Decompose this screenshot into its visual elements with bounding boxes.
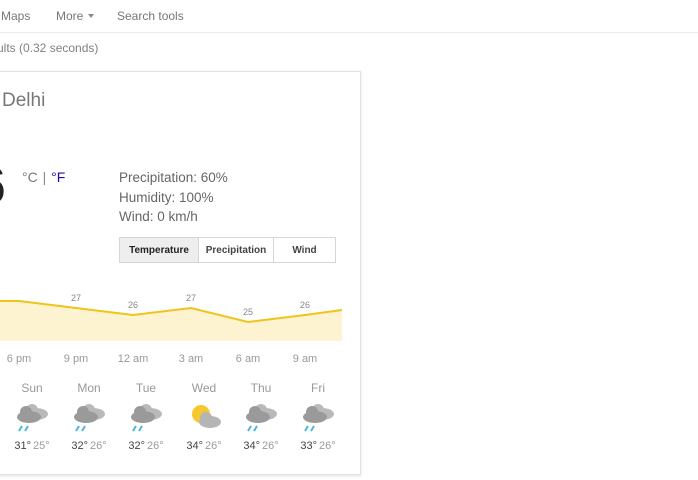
forecast-high: 33° [300, 440, 317, 452]
chart-temp-label: 27 [71, 294, 81, 303]
forecast-hi-lo: 33° 26° [293, 440, 343, 452]
forecast-hi-lo: 34° 26° [236, 440, 286, 452]
chart-temp-label: 26 [300, 300, 310, 310]
hour-label: 3 am [178, 353, 204, 365]
hour-label: 12 am [117, 353, 149, 365]
chevron-down-icon [88, 13, 95, 18]
hour-label: 9 pm [63, 353, 89, 365]
tab-precipitation[interactable]: Precipitation [199, 238, 274, 262]
temperature-chart: 28 27 26 27 25 26 [0, 294, 343, 341]
hour-label: 6 pm [6, 353, 32, 365]
wind-text: Wind: 0 km/h [119, 209, 198, 224]
result-stats: ults (0.32 seconds) [0, 41, 99, 55]
humidity-text: Humidity: 100% [119, 189, 214, 205]
forecast-day-sun[interactable]: Sun [12, 381, 52, 395]
rain-cloud-icon [126, 400, 166, 432]
forecast-day-fri[interactable]: Fri [298, 381, 338, 395]
hour-label: 6 am [235, 353, 261, 365]
forecast-high: 34° [186, 440, 203, 452]
chart-temp-label: 28 [14, 294, 24, 296]
rain-cloud-icon [69, 400, 109, 432]
chart-temp-label: 26 [128, 300, 138, 310]
chart-temp-label: 27 [186, 294, 196, 303]
unit-separator: | [42, 169, 47, 185]
temperature-area [0, 301, 342, 341]
forecast-day-tue[interactable]: Tue [126, 381, 166, 395]
unit-toggle: °C | °F [22, 169, 65, 185]
chart-temp-label: 25 [243, 307, 253, 317]
nav-maps[interactable]: Maps [1, 9, 30, 23]
rain-cloud-icon [12, 400, 52, 432]
forecast-low: 26° [147, 440, 164, 452]
forecast-low: 26° [205, 440, 222, 452]
nav-more[interactable]: More [56, 9, 95, 23]
weather-details: Precipitation: 60% Humidity: 100% Wind: … [119, 168, 228, 227]
forecast-day-thu[interactable]: Thu [241, 381, 281, 395]
forecast-high: 34° [243, 440, 260, 452]
forecast-day-mon[interactable]: Mon [69, 381, 109, 395]
forecast-low: 26° [262, 440, 279, 452]
unit-fahrenheit[interactable]: °F [51, 169, 65, 185]
weather-location[interactable]: Delhi [2, 90, 45, 112]
forecast-day-wed[interactable]: Wed [184, 381, 224, 395]
top-navigation: Maps More Search tools [0, 0, 698, 33]
weather-card: Delhi 6 °C | °F Precipitation: 60% Humid… [0, 71, 361, 475]
rain-cloud-icon [241, 400, 281, 432]
tab-wind[interactable]: Wind [274, 238, 335, 262]
current-temperature: 6 [0, 160, 6, 212]
nav-more-label: More [56, 9, 84, 23]
chart-tabs: Temperature Precipitation Wind [119, 237, 336, 263]
forecast-low: 26° [319, 440, 336, 452]
rain-cloud-icon [298, 400, 338, 432]
forecast-high: 31° [14, 440, 31, 452]
nav-search-tools[interactable]: Search tools [117, 9, 184, 23]
hour-label: 9 am [292, 353, 318, 365]
forecast-low: 26° [90, 440, 107, 452]
forecast-high: 32° [71, 440, 88, 452]
precipitation-text: Precipitation: 60% [119, 170, 228, 185]
forecast-hi-lo: 32° 26° [121, 440, 171, 452]
partly-cloudy-icon [184, 400, 224, 432]
forecast-hi-lo: 34° 26° [179, 440, 229, 452]
forecast-low: 25° [33, 440, 50, 452]
unit-celsius[interactable]: °C [22, 169, 38, 185]
forecast-hi-lo: 31° 25° [7, 440, 57, 452]
forecast-hi-lo: 32° 26° [64, 440, 114, 452]
tab-temperature[interactable]: Temperature [120, 238, 199, 262]
forecast-high: 32° [128, 440, 145, 452]
